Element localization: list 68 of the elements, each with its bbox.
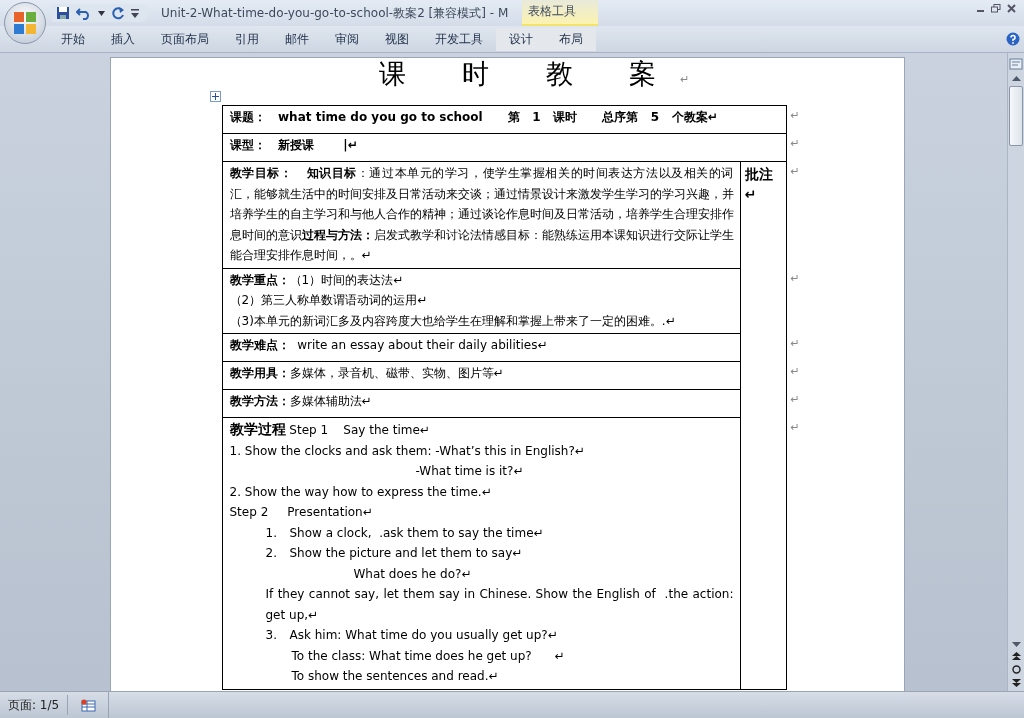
cell-text: What does he do?↵: [353, 565, 473, 583]
vertical-scrollbar[interactable]: [1007, 53, 1024, 691]
save-icon[interactable]: [56, 6, 70, 20]
row-end-mark: ↵: [789, 420, 801, 436]
cell-text: 教学用具：多媒体，录音机、磁带、实物、图片等↵: [229, 365, 505, 382]
cell-text: 教学难点： write an essay about their daily abilities↵: [229, 337, 549, 354]
row-end-mark: ↵: [789, 164, 801, 180]
row-end-mark: ↵: [789, 336, 801, 352]
ribbon-tab[interactable]: 设计: [496, 27, 546, 51]
cell-text: 2. Show the way how to express the time.↵: [229, 483, 493, 501]
table-move-handle-icon[interactable]: [209, 91, 221, 102]
scroll-thumb[interactable]: [1009, 86, 1023, 146]
cell-text: 教学过程 Step 1 Say the time↵: [229, 420, 431, 439]
cell-text: -What time is it?↵: [415, 463, 525, 480]
cell-text: If they cannot say, let them say in Chinese. Show the English of .the action: get up,↵: [265, 586, 734, 624]
cell-text: 教学目标： 知识目标：通过本单元的学习，使学生掌握相关的时间表达方法以及相关的词汇，能够就生活中的时间安排及日常活动来交谈；通过情景设计来激发学生学习的学习兴趣，并培养学生的自主学习和与他人合作的精神；通过谈论作息时间及日常活动，培养学生合理安排作息时间的意识过程与方法：启发式教学和讨论法情感目标：能熟练运用本课知识进行交际让学生能合理安排作息时间，。↵: [229, 165, 734, 264]
cell-text: 教学方法：多媒体辅助法↵: [229, 393, 373, 410]
list-number: 1.: [265, 524, 278, 542]
document-heading: 课 时 教 案: [378, 58, 681, 89]
caret-icon[interactable]: [98, 10, 105, 16]
previous-page-icon[interactable]: [1011, 652, 1021, 660]
table-icon[interactable]: [80, 698, 97, 712]
redo-icon[interactable]: [111, 6, 125, 20]
ruler-toggle-icon[interactable]: [1009, 57, 1023, 71]
restore-icon[interactable]: [991, 4, 1001, 13]
undo-icon[interactable]: [76, 6, 92, 20]
ribbon-tab[interactable]: 布局: [546, 27, 596, 51]
scroll-up-icon[interactable]: [1011, 76, 1021, 81]
cell-text: To show the sentences and read.↵: [291, 668, 500, 685]
cell-text: Step 2 Presentation↵: [229, 504, 374, 521]
paragraph-mark: ↵: [680, 73, 690, 86]
scroll-down-icon[interactable]: [1011, 642, 1021, 647]
ribbon-tab[interactable]: 开发工具: [422, 27, 496, 51]
office-logo-icon: [11, 9, 39, 37]
context-tab-header: 表格工具: [522, 0, 599, 26]
office-button[interactable]: [4, 2, 46, 44]
ribbon-tab[interactable]: 邮件: [272, 27, 322, 51]
ribbon-tab[interactable]: 视图: [372, 27, 422, 51]
ribbon-tab[interactable]: 页面布局: [148, 27, 222, 51]
row-end-mark: ↵: [789, 392, 801, 408]
cell-text: 1. Show the clocks and ask them: -What’s this in English?↵: [229, 442, 586, 460]
ribbon-tab[interactable]: 插入: [98, 27, 148, 51]
cell-text: Show the picture and let them to say↵: [289, 545, 524, 562]
close-icon[interactable]: [1007, 4, 1016, 13]
ribbon-tab[interactable]: 审阅: [322, 27, 372, 51]
row-end-mark: ↵: [789, 270, 801, 287]
page-counter[interactable]: 页面: 1/5: [0, 695, 69, 715]
row-end-mark: ↵: [789, 136, 801, 152]
cell-text: （2）第三人称单数谓语动词的运用↵: [229, 292, 429, 309]
customize-icon[interactable]: [131, 8, 139, 18]
ribbon-tab[interactable]: 开始: [48, 27, 98, 51]
ribbon-tab[interactable]: 引用: [222, 27, 272, 51]
row-end-mark: ↵: [789, 364, 801, 380]
cell-text: To the class: What time does he get up? ↵: [291, 647, 566, 665]
cell-text: Ask him: What time do you usually get up?↵: [289, 627, 559, 644]
cell-text: 课题： what time do you go to school 第 1 课时 总序第 5 个教案↵: [229, 109, 719, 126]
cell-text: Show a clock, .ask them to say the time↵: [289, 524, 545, 542]
list-number: 3.: [265, 627, 278, 644]
cell-text: 批注↵: [744, 166, 773, 202]
next-page-icon[interactable]: [1011, 679, 1021, 687]
cell-text: 课型： 新授课 |↵: [229, 137, 359, 154]
cell-text: 教学重点：（1）时间的表达法↵: [229, 271, 405, 289]
list-number: 2.: [265, 545, 278, 562]
browse-object-icon[interactable]: [1011, 665, 1021, 674]
window-title: Unit-2-What-time-do-you-go-to-school-教案2 [兼容模式] - M: [161, 4, 509, 22]
row-end-mark: ↵: [789, 108, 801, 124]
help-icon[interactable]: [1006, 32, 1020, 46]
cell-text: （3)本单元的新词汇多及内容跨度大也给学生在理解和掌握上带来了一定的困难。.↵: [229, 312, 677, 330]
